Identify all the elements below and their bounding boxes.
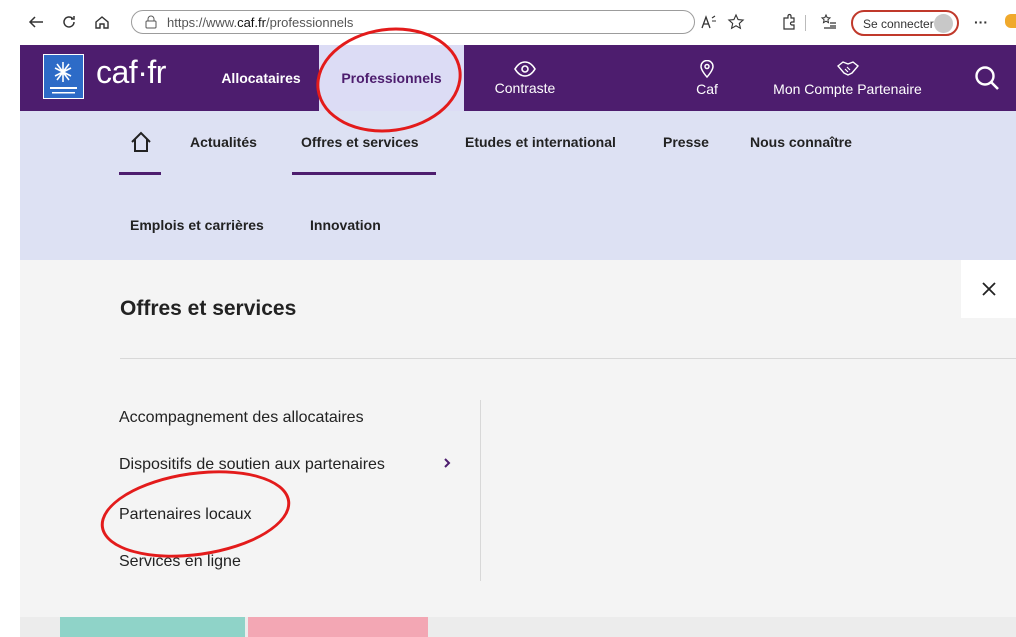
favorite-star-icon[interactable]	[724, 10, 748, 34]
subnav-offres-services[interactable]: Offres et services	[301, 134, 419, 150]
home-nav-icon[interactable]	[130, 131, 152, 158]
subnav-innovation[interactable]: Innovation	[310, 217, 381, 233]
illustration-fragment-2	[248, 617, 428, 637]
panel-item-dispositifs[interactable]: Dispositifs de soutien aux partenaires	[119, 456, 385, 474]
close-panel-button[interactable]	[961, 260, 1016, 318]
panel-title: Offres et services	[120, 297, 297, 320]
sub-navigation: Actualités Offres et services Etudes et …	[20, 111, 1016, 260]
subnav-emplois-carrieres[interactable]: Emplois et carrières	[130, 217, 264, 233]
tab-allocataires[interactable]: Allocataires	[203, 45, 319, 111]
home-active-underline	[119, 172, 161, 175]
copilot-icon[interactable]	[1005, 14, 1016, 28]
partner-account-link[interactable]: Mon Compte Partenaire	[760, 45, 935, 111]
signin-label: Se connecter	[863, 17, 934, 31]
site-info-icon[interactable]	[144, 15, 158, 34]
partner-label: Mon Compte Partenaire	[773, 80, 922, 97]
subnav-nous-connaitre[interactable]: Nous connaître	[750, 134, 852, 150]
offres-services-panel: Offres et services Accompagnement des al…	[20, 260, 1016, 617]
refresh-icon[interactable]	[57, 10, 81, 34]
site-header: caf·fr Allocataires Professionnels Contr…	[20, 45, 1016, 111]
more-menu-icon[interactable]: ···	[969, 10, 993, 34]
caf-locator-link[interactable]: Caf	[682, 45, 732, 111]
home-icon[interactable]	[90, 10, 114, 34]
subnav-actualites[interactable]: Actualités	[190, 134, 257, 150]
chevron-right-icon[interactable]	[442, 456, 452, 475]
search-button[interactable]	[958, 45, 1016, 111]
eye-icon	[514, 60, 536, 77]
signin-button[interactable]: Se connecter	[851, 10, 959, 36]
subnav-etudes-international[interactable]: Etudes et international	[465, 134, 616, 150]
offres-active-underline	[292, 172, 436, 175]
extensions-icon[interactable]	[777, 10, 801, 34]
illustration-fragment	[60, 617, 245, 637]
toolbar-separator	[805, 15, 806, 31]
read-aloud-icon[interactable]	[697, 10, 721, 34]
contrast-link[interactable]: Contraste	[480, 45, 570, 111]
panel-column-divider	[480, 400, 481, 581]
search-icon	[975, 66, 999, 90]
back-icon[interactable]	[24, 10, 48, 34]
browser-toolbar: https://www.caf.fr/professionnels Se con…	[0, 0, 1016, 45]
caf-label: Caf	[696, 80, 718, 97]
panel-divider	[120, 358, 1016, 359]
location-pin-icon	[700, 59, 714, 78]
caf-emblem-icon[interactable]	[43, 54, 84, 99]
close-icon	[981, 282, 996, 296]
site-logo[interactable]: caf·fr	[96, 54, 166, 91]
contrast-label: Contraste	[494, 79, 556, 96]
subnav-presse[interactable]: Presse	[663, 134, 709, 150]
url-text: https://www.caf.fr/professionnels	[167, 15, 354, 30]
panel-item-accompagnement[interactable]: Accompagnement des allocataires	[119, 409, 364, 427]
profile-avatar-icon	[934, 14, 953, 33]
handshake-icon	[836, 60, 859, 76]
favorites-list-icon[interactable]	[817, 10, 841, 34]
